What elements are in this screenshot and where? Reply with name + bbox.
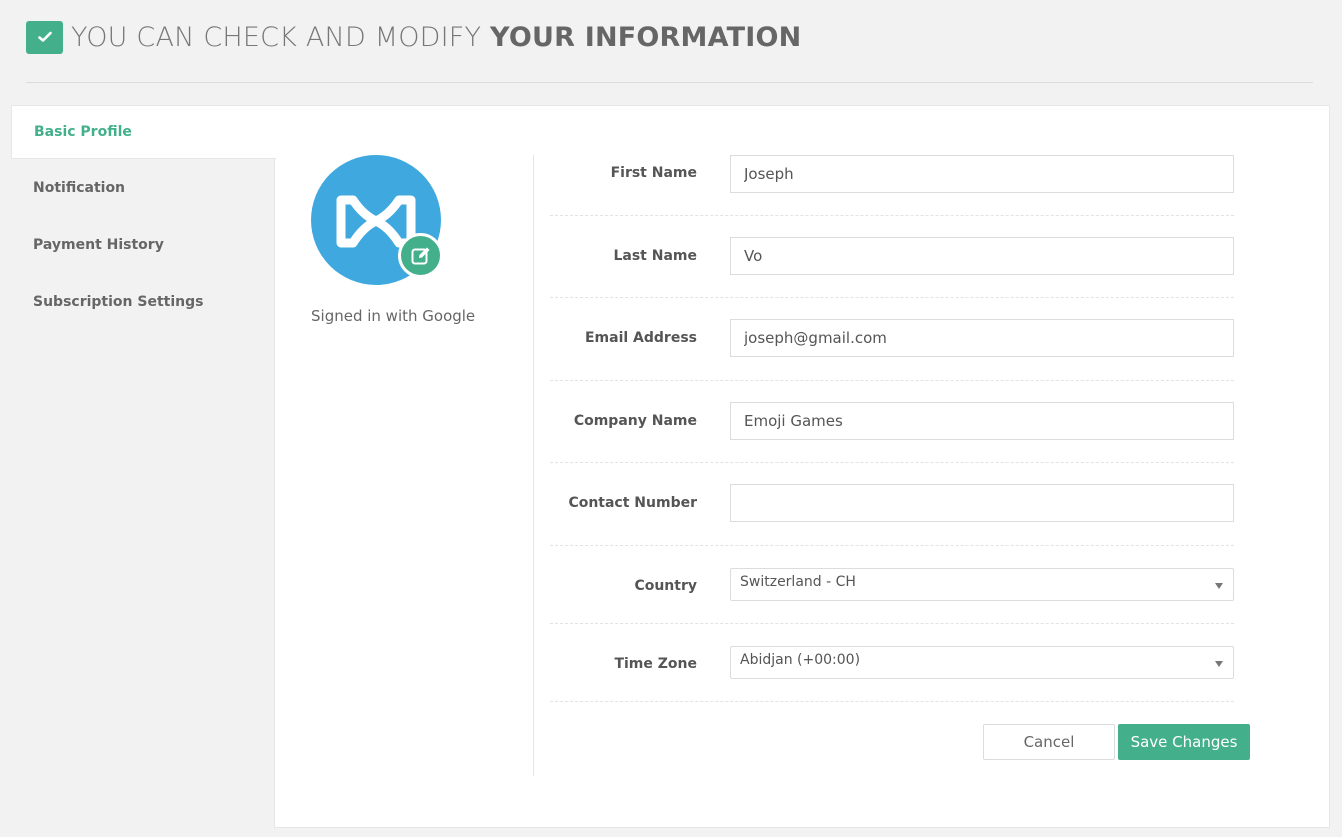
company-row: Company Name [550, 381, 1234, 463]
edit-icon[interactable] [398, 233, 443, 278]
first-name-label: First Name [610, 165, 697, 181]
first-name-row: First Name [550, 155, 1234, 216]
page-title-light: YOU CAN CHECK AND MODIFY [71, 21, 482, 53]
check-icon [26, 20, 63, 54]
timezone-value: Abidjan (+00:00) [740, 652, 861, 668]
sidebar: Basic Profile Notification Payment Histo… [11, 105, 276, 330]
header-divider [26, 82, 1313, 83]
timezone-select[interactable]: Abidjan (+00:00) [730, 646, 1234, 679]
cancel-button[interactable]: Cancel [983, 724, 1115, 760]
sidebar-item-label: Payment History [33, 236, 164, 253]
timezone-row: Time Zone Abidjan (+00:00) [550, 624, 1234, 702]
country-value: Switzerland - CH [740, 574, 856, 590]
company-field[interactable] [730, 402, 1234, 440]
timezone-label: Time Zone [614, 656, 697, 672]
page-title-bold: YOUR INFORMATION [490, 21, 802, 53]
contact-row: Contact Number [550, 463, 1234, 546]
country-select[interactable]: Switzerland - CH [730, 568, 1234, 601]
signed-in-text: Signed in with Google [311, 307, 476, 325]
sidebar-item-basic-profile[interactable]: Basic Profile [11, 105, 276, 159]
last-name-row: Last Name [550, 216, 1234, 298]
country-row: Country Switzerland - CH [550, 546, 1234, 624]
sidebar-item-payment-history[interactable]: Payment History [11, 216, 275, 273]
last-name-field[interactable] [730, 237, 1234, 275]
sidebar-item-label: Subscription Settings [33, 293, 204, 310]
save-button[interactable]: Save Changes [1118, 724, 1250, 760]
page-title: YOU CAN CHECK AND MODIFY YOUR INFORMATIO… [71, 22, 801, 53]
sidebar-item-label: Basic Profile [34, 124, 132, 140]
email-label: Email Address [584, 330, 697, 346]
contact-label: Contact Number [568, 495, 697, 511]
contact-number-field[interactable] [730, 484, 1234, 522]
form-divider [533, 155, 534, 776]
sidebar-item-notification[interactable]: Notification [11, 159, 275, 216]
email-field[interactable] [730, 319, 1234, 357]
sidebar-item-subscription-settings[interactable]: Subscription Settings [11, 273, 275, 330]
email-row: Email Address [550, 298, 1234, 381]
company-label: Company Name [573, 413, 697, 429]
caret-down-icon [1215, 661, 1223, 667]
last-name-label: Last Name [613, 248, 697, 264]
sidebar-item-label: Notification [33, 179, 126, 196]
first-name-field[interactable] [730, 155, 1234, 193]
page-header: YOU CAN CHECK AND MODIFY YOUR INFORMATIO… [26, 20, 801, 54]
caret-down-icon [1215, 583, 1223, 589]
country-label: Country [634, 578, 697, 594]
